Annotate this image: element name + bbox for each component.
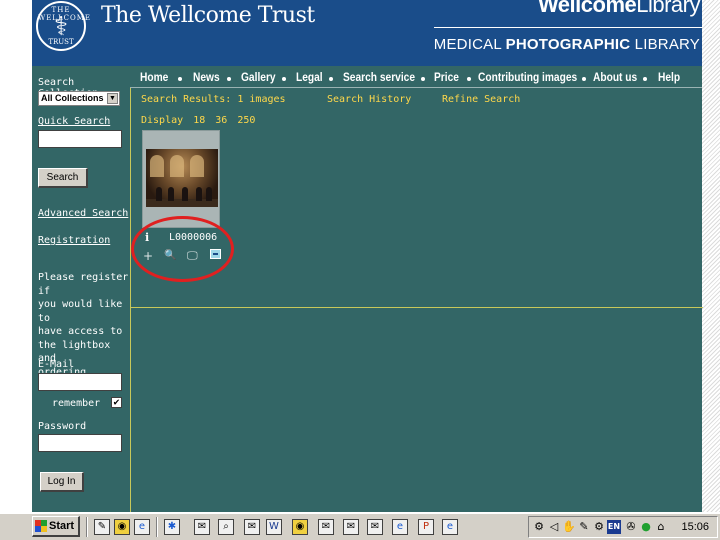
internet-explorer-icon[interactable]: e xyxy=(392,519,408,535)
taskbar-separator xyxy=(156,517,158,537)
section-bold: PHOTOGRAPHIC xyxy=(505,36,631,53)
mail-icon[interactable]: ✉ xyxy=(244,519,260,535)
nav-separator xyxy=(421,77,425,81)
word-document-icon[interactable]: W xyxy=(266,519,282,535)
quick-search-label[interactable]: Quick Search xyxy=(38,116,110,127)
results-unit: images xyxy=(249,94,286,105)
library-logo-bold: Wellcome xyxy=(537,0,637,17)
password-field[interactable] xyxy=(38,434,122,452)
refine-search-link[interactable]: Refine Search xyxy=(442,94,520,105)
registration-link[interactable]: Registration xyxy=(38,235,110,246)
results-label: Search Results: xyxy=(141,94,232,105)
internet-explorer-icon[interactable]: e xyxy=(442,519,458,535)
internet-explorer-icon[interactable]: e xyxy=(134,519,150,535)
tray-icon[interactable]: ✋ xyxy=(562,520,576,534)
site-header: THE WELLCOME ⚕ TRUST The Wellcome Trust … xyxy=(32,0,702,66)
site-title: The Wellcome Trust xyxy=(101,3,315,28)
windows-taskbar: Start ✎ ◉ e ✱ ✉ ⌕ ✉ W ◉ ✉ ✉ ✉ e P e ⚙ ◁ … xyxy=(0,512,720,540)
nav-separator xyxy=(582,77,586,81)
logo-ring-bottom: TRUST xyxy=(48,38,74,46)
tray-icon[interactable]: ● xyxy=(639,520,653,534)
display-option-250[interactable]: 250 xyxy=(237,115,255,126)
results-divider xyxy=(131,307,703,308)
taskbar-separator xyxy=(86,517,88,537)
start-button[interactable]: Start xyxy=(32,516,80,537)
nav-home[interactable]: Home xyxy=(140,70,168,84)
nav-search-service[interactable]: Search service xyxy=(343,70,415,84)
wellcome-library-logo[interactable]: WellcomeLibrary xyxy=(537,0,701,18)
mail-icon[interactable]: ✉ xyxy=(318,519,334,535)
nav-legal[interactable]: Legal xyxy=(296,70,323,84)
language-indicator-icon[interactable]: EN xyxy=(607,520,621,534)
nav-separator xyxy=(282,77,286,81)
caduceus-icon: ⚕ xyxy=(53,12,69,42)
library-logo-light: Library xyxy=(636,0,700,17)
nav-separator xyxy=(227,77,231,81)
windows-logo-icon xyxy=(35,520,47,532)
wellcome-trust-logo[interactable]: THE WELLCOME ⚕ TRUST xyxy=(36,1,90,51)
powerpoint-icon[interactable]: P xyxy=(418,519,434,535)
nav-separator xyxy=(467,77,471,81)
remember-checkbox[interactable]: ✔ xyxy=(111,397,122,408)
start-label: Start xyxy=(49,520,75,532)
notepad-icon[interactable]: ✎ xyxy=(94,519,110,535)
login-button[interactable]: Log In xyxy=(40,472,84,492)
header-divider xyxy=(434,27,702,28)
nav-contributing-images[interactable]: Contributing images xyxy=(478,70,577,84)
tray-icon[interactable]: ⚙ xyxy=(592,520,606,534)
collection-select-value: All Collections xyxy=(41,93,104,103)
nav-price[interactable]: Price xyxy=(434,70,459,84)
mail-icon[interactable]: ✉ xyxy=(343,519,359,535)
right-margin xyxy=(702,0,720,512)
app-icon[interactable]: ✱ xyxy=(164,519,180,535)
collection-select[interactable]: All Collections ▼ xyxy=(38,91,120,106)
display-option-36[interactable]: 36 xyxy=(215,115,227,126)
nav-about-us[interactable]: About us xyxy=(593,70,637,84)
left-margin xyxy=(0,0,32,512)
app-icon[interactable]: ◉ xyxy=(114,519,130,535)
chevron-down-icon[interactable]: ▼ xyxy=(107,93,118,104)
search-history-link[interactable]: Search History xyxy=(327,94,411,105)
nav-separator xyxy=(329,77,333,81)
results-bar: Search Results: 1 images Search History … xyxy=(131,88,703,110)
results-panel: Search Results: 1 images Search History … xyxy=(130,88,703,512)
nav-separator xyxy=(643,77,647,81)
mail-icon[interactable]: ✉ xyxy=(194,519,210,535)
nav-separator xyxy=(178,77,182,81)
tray-icon[interactable]: ⚙ xyxy=(532,520,546,534)
section-suffix: LIBRARY xyxy=(630,36,700,53)
taskbar-clock: 15:06 xyxy=(681,521,709,533)
mail-icon[interactable]: ✉ xyxy=(367,519,383,535)
display-count-selector: Display 18 36 250 xyxy=(141,115,259,126)
result-thumbnail-image[interactable] xyxy=(146,149,218,207)
display-option-18[interactable]: 18 xyxy=(193,115,205,126)
result-thumbnail-card[interactable] xyxy=(142,130,220,228)
app-icon[interactable]: ◉ xyxy=(292,519,308,535)
results-summary: Search Results: 1 images xyxy=(141,94,286,105)
nav-help[interactable]: Help xyxy=(658,70,680,84)
quick-search-input[interactable] xyxy=(38,130,122,148)
annotation-highlight-circle xyxy=(131,216,234,282)
system-tray: ⚙ ◁ ✋ ✎ ⚙ EN ✇ ● ⌂ 15:06 xyxy=(528,516,718,538)
tray-icon[interactable]: ✎ xyxy=(577,520,591,534)
section-prefix: MEDICAL xyxy=(433,36,506,53)
email-field[interactable] xyxy=(38,373,122,391)
main-nav: Home News Gallery Legal Search service P… xyxy=(130,66,702,88)
search-button[interactable]: Search xyxy=(38,168,88,188)
volume-icon[interactable]: ◁ xyxy=(547,520,561,534)
sidebar: Search Collection All Collections ▼ Quic… xyxy=(32,66,130,512)
email-label: E-Mail xyxy=(38,359,75,370)
results-count: 1 xyxy=(237,94,244,105)
search-window-icon[interactable]: ⌕ xyxy=(218,519,234,535)
display-label: Display xyxy=(141,115,184,126)
remember-label: remember xyxy=(52,398,101,409)
password-label: Password xyxy=(38,421,87,432)
section-title: MEDICAL PHOTOGRAPHIC LIBRARY xyxy=(434,36,700,53)
nav-news[interactable]: News xyxy=(193,70,220,84)
advanced-search-link[interactable]: Advanced Search xyxy=(38,208,128,219)
network-icon[interactable]: ⌂ xyxy=(654,520,668,534)
tray-icon[interactable]: ✇ xyxy=(624,520,638,534)
nav-gallery[interactable]: Gallery xyxy=(241,70,276,84)
